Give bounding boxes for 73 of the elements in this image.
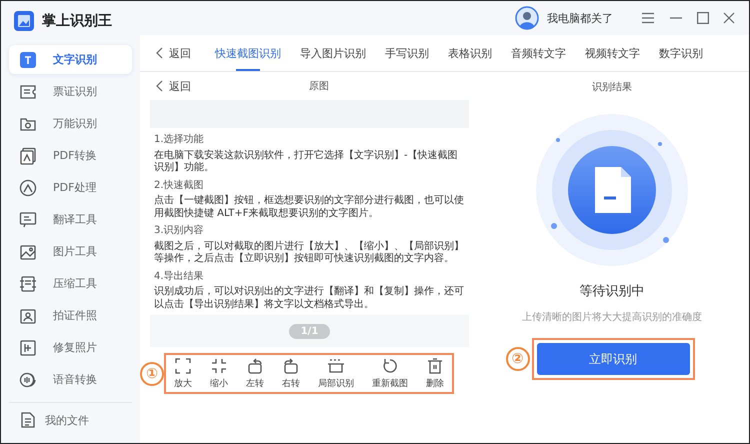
user-name: 我电脑都关了 — [547, 10, 613, 26]
pdf-icon — [19, 146, 37, 164]
id-photo-icon — [19, 306, 37, 324]
app-title: 掌上识别王 — [42, 12, 112, 30]
document-paragraph: 点击【一键截图】按钮，框选想要识别的文字部分进行截图，也可以使用截图快捷键 ALT+F来截取想要识别的文字图片。 — [154, 195, 465, 220]
trash-icon — [426, 357, 444, 375]
photo-repair-icon — [19, 338, 37, 356]
sidebar-item[interactable]: 压缩工具 — [9, 269, 132, 298]
shrink-icon — [210, 357, 228, 375]
text-icon — [19, 50, 37, 68]
tab[interactable]: 音频转文字 — [511, 35, 566, 71]
refresh-icon — [381, 357, 399, 375]
page-indicator: 1/1 — [288, 324, 330, 338]
sidebar-item[interactable]: 翻译工具 — [9, 205, 132, 234]
sidebar-item[interactable]: 文字识别 — [9, 45, 132, 74]
file-icon — [19, 411, 37, 429]
crop-icon — [327, 357, 345, 375]
tab[interactable]: 导入图片识别 — [300, 35, 366, 71]
status-text: 等待识别中 — [580, 283, 644, 300]
rotate-left-icon — [246, 357, 264, 375]
sidebar-item[interactable]: PDF转换 — [9, 141, 132, 170]
image-icon — [19, 242, 37, 260]
callout-number: ① — [140, 362, 164, 386]
toolbar-button[interactable]: 缩小 — [210, 357, 228, 390]
document-heading: 2.快速截图 — [154, 180, 205, 192]
chevron-left-icon — [156, 47, 163, 59]
maximize-icon[interactable] — [697, 12, 709, 24]
sidebar-item[interactable]: 语音转换 — [9, 365, 132, 394]
tab[interactable]: 数字识别 — [659, 35, 703, 71]
my-files-item[interactable]: 我的文件 — [9, 402, 132, 437]
document-heading: 1.选择功能 — [154, 134, 205, 146]
avatar-icon — [515, 6, 539, 30]
document-paragraph: 截图之后，可以对截取的图片进行【放大】、【缩小】、【局部识别】等操作，之后点击【立即识别】按钮即可快速识别截图的文字内容。 — [154, 240, 465, 266]
rotate-right-icon — [282, 357, 300, 375]
document-heading: 4.导出结果 — [154, 270, 205, 283]
toolbar-button[interactable]: 放大 — [174, 357, 192, 390]
ticket-icon — [19, 82, 37, 100]
toolbar-button[interactable]: 删除 — [426, 357, 444, 390]
tab[interactable]: 视频转文字 — [585, 35, 640, 71]
hint-text: 上传清晰的图片将大大提高识别的准确度 — [522, 310, 702, 324]
back-label: 返回 — [169, 78, 191, 94]
chevron-left-icon — [156, 80, 163, 92]
toolbar-button[interactable]: 右转 — [282, 357, 300, 390]
sidebar-item[interactable]: PDF处理 — [9, 173, 132, 202]
expand-icon — [174, 357, 192, 375]
close-icon[interactable] — [723, 12, 735, 24]
compress-icon — [19, 274, 37, 292]
menu-icon[interactable] — [641, 12, 655, 24]
document-paragraph: 识别成功后，可以对识别出的文字进行【翻译】和【复制】操作，还可以点击【导出识别结果】将文字以文档格式导出。 — [154, 286, 465, 311]
sidebar-item[interactable]: 万能识别 — [9, 109, 132, 138]
tab[interactable]: 表格识别 — [448, 35, 492, 71]
pdf-circle-icon — [19, 178, 37, 196]
recognize-button[interactable]: 立即识别 — [536, 343, 690, 375]
pane-title: 原图 — [309, 80, 329, 93]
callout-number: ② — [506, 347, 530, 371]
toolbar-button[interactable]: 重新截图 — [372, 357, 408, 390]
tab[interactable]: 快速截图识别 — [215, 35, 281, 71]
translate-icon — [19, 210, 37, 228]
sidebar-item[interactable]: 拍证件照 — [9, 301, 132, 330]
sidebar-item[interactable]: 票证识别 — [9, 77, 132, 106]
sidebar-item[interactable]: 图片工具 — [9, 237, 132, 266]
back-link[interactable]: 返回 — [156, 78, 191, 94]
document-paragraph: 在电脑下载安装这款识别软件，打开它选择【文字识别】-【快速截图识别】功能。 — [154, 150, 459, 174]
tab[interactable]: 手写识别 — [385, 35, 429, 71]
voice-icon — [19, 370, 37, 388]
back-label: 返回 — [169, 46, 191, 60]
sidebar-item[interactable]: 修复照片 — [9, 333, 132, 362]
toolbar-button[interactable]: 局部识别 — [318, 357, 354, 390]
document-heading: 3.识别内容 — [154, 225, 205, 238]
pane-title: 识别结果 — [592, 80, 632, 94]
toolbar-button[interactable]: 左转 — [246, 357, 264, 390]
app-logo-icon — [14, 11, 34, 31]
back-link[interactable]: 返回 — [156, 35, 191, 71]
